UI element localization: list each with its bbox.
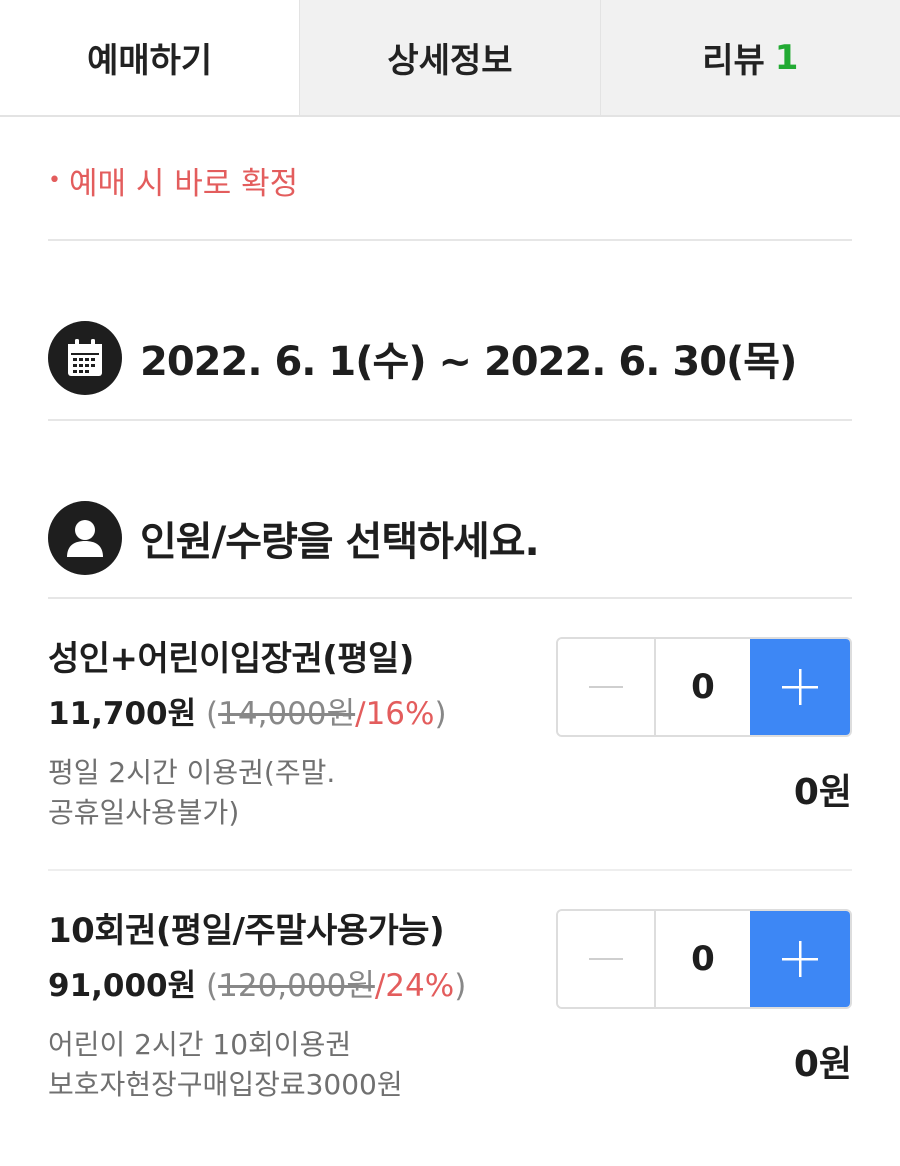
product-description: 어린이 2시간 10회이용권 보호자현장구매입장료3000원: [48, 1025, 488, 1105]
product-original-price: 120,000원: [218, 968, 375, 1004]
plus-icon: [782, 669, 818, 705]
product-quantity-area: 0 0원: [556, 637, 852, 833]
tab-details-label: 상세정보: [387, 41, 513, 81]
product-description-line: 보호자현장구매입장료3000원: [48, 1068, 403, 1101]
product-quantity-area: 0 0원: [556, 909, 852, 1105]
instant-confirm-notice: • 예매 시 바로 확정: [48, 117, 852, 241]
people-select-title: 인원/수량을 선택하세요.: [140, 519, 540, 565]
minus-icon: [589, 686, 623, 688]
product-description: 평일 2시간 이용권(주말. 공휴일사용불가): [48, 753, 488, 833]
tab-reviews-label: 리뷰: [702, 41, 765, 81]
product-description-line: 평일 2시간 이용권(주말.: [48, 756, 336, 789]
product-discount: /24%: [374, 968, 455, 1004]
product-subtotal: 0원: [793, 772, 852, 813]
tab-reviews[interactable]: 리뷰 1: [599, 0, 900, 115]
date-range-text: 2022. 6. 1(수) ~ 2022. 6. 30(목): [140, 339, 797, 385]
plus-icon: [782, 941, 818, 977]
product-item: 성인+어린이입장권(평일) 11,700원 (14,000원/16%) 평일 2…: [48, 599, 852, 871]
product-price: 91,000원: [48, 968, 197, 1004]
product-price: 11,700원: [48, 696, 197, 732]
product-discount: /16%: [355, 696, 435, 732]
increase-quantity-button[interactable]: [750, 911, 850, 1007]
product-name: 성인+어린이입장권(평일): [48, 639, 414, 679]
product-description-line: 공휴일사용불가): [48, 796, 240, 829]
decrease-quantity-button[interactable]: [558, 911, 656, 1007]
quantity-value[interactable]: 0: [656, 911, 750, 1007]
minus-icon: [589, 958, 623, 960]
product-price-line: 91,000원 (120,000원/24%): [48, 968, 467, 1004]
calendar-icon: [48, 321, 122, 395]
quantity-stepper: 0: [556, 909, 852, 1009]
tab-bar: 예매하기 상세정보 리뷰 1: [0, 0, 900, 117]
product-original-price: 14,000원: [218, 696, 356, 732]
people-select-heading: 인원/수량을 선택하세요.: [48, 501, 852, 599]
tab-details[interactable]: 상세정보: [299, 0, 600, 115]
review-count: 1: [774, 37, 799, 78]
booking-content: • 예매 시 바로 확정 2022. 6. 1(수) ~ 2022. 6. 30…: [0, 117, 900, 1105]
increase-quantity-button[interactable]: [750, 639, 850, 735]
quantity-stepper: 0: [556, 637, 852, 737]
product-price-line: 11,700원 (14,000원/16%): [48, 696, 447, 732]
notice-text: 예매 시 바로 확정: [68, 165, 299, 202]
product-info: 성인+어린이입장권(평일) 11,700원 (14,000원/16%) 평일 2…: [48, 637, 556, 833]
decrease-quantity-button[interactable]: [558, 639, 656, 735]
product-name: 10회권(평일/주말사용가능): [48, 911, 445, 951]
date-range-row[interactable]: 2022. 6. 1(수) ~ 2022. 6. 30(목): [48, 321, 852, 421]
user-icon: [48, 501, 122, 575]
product-subtotal: 0원: [793, 1044, 852, 1085]
tab-booking-label: 예매하기: [87, 41, 213, 81]
product-info: 10회권(평일/주말사용가능) 91,000원 (120,000원/24%) 어…: [48, 909, 556, 1105]
notice-bullet: •: [48, 167, 61, 193]
quantity-value[interactable]: 0: [656, 639, 750, 735]
product-description-line: 어린이 2시간 10회이용권: [48, 1028, 352, 1061]
tab-booking[interactable]: 예매하기: [0, 0, 300, 115]
product-item: 10회권(평일/주말사용가능) 91,000원 (120,000원/24%) 어…: [48, 871, 852, 1105]
